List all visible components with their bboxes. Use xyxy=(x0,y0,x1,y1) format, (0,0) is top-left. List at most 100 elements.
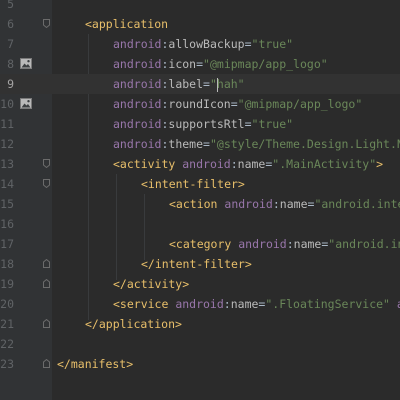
image-icon[interactable] xyxy=(20,58,32,69)
xml-value: hah" xyxy=(216,77,245,91)
xml-namespace: android xyxy=(113,137,162,151)
code-line[interactable]: 8 android:icon="@mipmap/app_logo" xyxy=(0,54,400,74)
code-text[interactable]: <action android:name="android.inte xyxy=(169,194,400,214)
xml-punctuation: = xyxy=(203,77,210,91)
code-line[interactable]: 7 android:allowBackup="true" xyxy=(0,34,400,54)
code-text[interactable]: android:supportsRtl="true" xyxy=(113,114,293,134)
code-line[interactable]: 23 </manifest> xyxy=(0,354,400,374)
code-line[interactable]: 10 android:roundIcon="@mipmap/app_logo" xyxy=(0,94,400,114)
xml-punctuation: : xyxy=(223,297,231,311)
line-number: 10 xyxy=(0,97,14,111)
line-number: 23 xyxy=(0,357,14,371)
code-line[interactable]: 11 android:supportsRtl="true" xyxy=(0,114,400,134)
code-line[interactable]: 14 <intent-filter> xyxy=(0,174,400,194)
xml-punctuation: = xyxy=(196,57,204,71)
code-line[interactable]: 13 <activity android:name=".MainActivity"… xyxy=(0,154,400,174)
xml-namespace: android xyxy=(113,57,162,71)
code-text[interactable]: </activity> xyxy=(113,274,189,294)
xml-punctuation: : xyxy=(230,157,238,171)
xml-punctuation: = xyxy=(230,97,238,111)
xml-namespace: android xyxy=(238,237,287,251)
code-line[interactable]: 6 <application xyxy=(0,14,400,34)
xml-attribute: name xyxy=(237,157,266,171)
xml-tag: <action xyxy=(169,197,225,211)
xml-attribute: theme xyxy=(168,137,204,151)
xml-attribute: name xyxy=(230,297,259,311)
fold-close-icon[interactable] xyxy=(43,319,50,328)
code-text[interactable]: </manifest> xyxy=(57,354,133,374)
line-number: 18 xyxy=(0,257,14,271)
xml-attribute: allowBackup xyxy=(168,37,245,51)
xml-punctuation: = xyxy=(244,117,252,131)
fold-close-icon[interactable] xyxy=(43,359,50,368)
xml-punctuation: : xyxy=(272,197,280,211)
code-text[interactable]: android:label="hah" xyxy=(113,74,245,94)
fold-close-icon[interactable] xyxy=(43,259,50,268)
code-line[interactable]: 12 android:theme="@style/Theme.Design.Lig… xyxy=(0,134,400,154)
xml-punctuation: : xyxy=(286,237,294,251)
code-text[interactable]: <activity android:name=".MainActivity"> xyxy=(113,154,383,174)
line-number: 22 xyxy=(0,337,14,351)
code-line[interactable]: 15 <action android:name="android.inte xyxy=(0,194,400,214)
xml-attribute: name xyxy=(293,237,322,251)
line-number: 14 xyxy=(0,177,14,191)
xml-value: ".MainActivity" xyxy=(272,157,377,171)
xml-value: "@style/Theme.Design.Light.N xyxy=(209,137,400,151)
code-text[interactable]: <intent-filter> xyxy=(141,174,245,194)
xml-value: " xyxy=(209,77,217,91)
fold-open-icon[interactable] xyxy=(43,19,50,28)
code-text[interactable]: android:icon="@mipmap/app_logo" xyxy=(113,54,328,74)
image-icon[interactable] xyxy=(20,98,32,109)
line-number: 6 xyxy=(7,17,14,31)
code-text[interactable]: </intent-filter> xyxy=(141,254,252,274)
fold-open-icon[interactable] xyxy=(43,179,50,188)
xml-namespace: android xyxy=(182,157,231,171)
xml-attribute: supportsRtl xyxy=(168,117,245,131)
line-number: 11 xyxy=(0,117,14,131)
fold-open-icon[interactable] xyxy=(43,159,50,168)
code-line[interactable]: 9 android:label="hah" xyxy=(0,74,400,94)
code-line[interactable]: 18 </intent-filter> xyxy=(0,254,400,274)
line-number: 8 xyxy=(7,57,14,71)
code-text[interactable]: <service android:name=".FloatingService"… xyxy=(113,294,400,314)
xml-punctuation: = xyxy=(244,37,252,51)
line-number: 9 xyxy=(7,77,14,91)
xml-value: "true" xyxy=(251,37,294,51)
xml-namespace: android xyxy=(175,297,224,311)
code-line[interactable]: 21 </application> xyxy=(0,314,400,334)
code-line[interactable]: 16 xyxy=(0,214,400,234)
xml-punctuation: = xyxy=(203,137,210,151)
code-text[interactable]: android:theme="@style/Theme.Design.Light… xyxy=(113,134,400,154)
xml-namespace: android xyxy=(113,37,162,51)
xml-tag: </application> xyxy=(85,317,182,331)
code-text[interactable]: <category android:name="android.in xyxy=(169,234,400,254)
xml-attribute: roundIcon xyxy=(168,97,231,111)
line-number: 7 xyxy=(7,37,14,51)
xml-tag: </activity> xyxy=(113,277,190,291)
code-text[interactable]: android:allowBackup="true" xyxy=(113,34,293,54)
code-text[interactable]: <application xyxy=(85,14,168,34)
xml-tag: </intent-filter> xyxy=(141,257,252,271)
xml-tag: <activity xyxy=(113,157,183,171)
fold-close-icon[interactable] xyxy=(43,279,50,288)
xml-namespace: android xyxy=(113,117,162,131)
xml-tag: </manifest> xyxy=(57,357,134,371)
xml-attribute: label xyxy=(168,77,204,91)
code-line[interactable]: 19 </activity> xyxy=(0,274,400,294)
code-line[interactable]: 17 <category android:name="android.in xyxy=(0,234,400,254)
xml-attribute: icon xyxy=(168,57,197,71)
code-text[interactable]: </application> xyxy=(85,314,182,334)
xml-value: "android.inte xyxy=(314,197,400,211)
line-number: 15 xyxy=(0,197,14,211)
line-number: 20 xyxy=(0,297,14,311)
code-line[interactable]: 22 xyxy=(0,334,400,354)
code-line[interactable]: 20 <service android:name=".FloatingServic… xyxy=(0,294,400,314)
line-number: 5 xyxy=(7,0,14,11)
xml-tag: > xyxy=(376,157,384,171)
code-editor[interactable]: 5 6 <application 7 android:allowBackup="true… xyxy=(0,0,400,400)
xml-attribute: name xyxy=(279,197,308,211)
line-number: 19 xyxy=(0,277,14,291)
xml-namespace: android xyxy=(224,197,273,211)
code-text[interactable]: android:roundIcon="@mipmap/app_logo" xyxy=(113,94,362,114)
code-line[interactable]: 5 xyxy=(0,0,400,14)
